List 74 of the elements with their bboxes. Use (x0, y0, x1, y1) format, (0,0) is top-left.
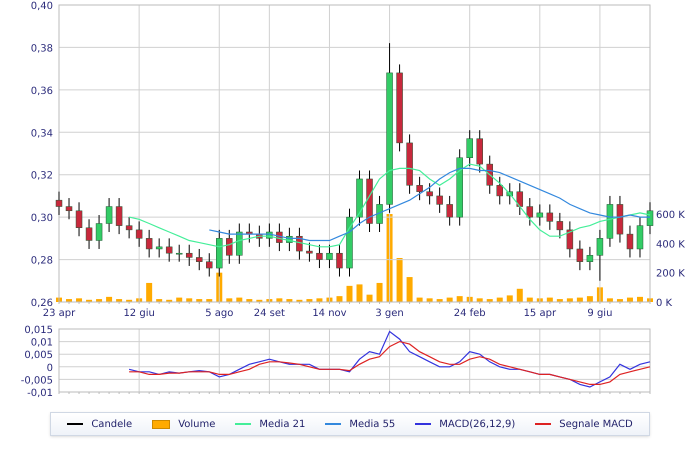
axis-label: 5 ago (205, 308, 234, 319)
axis-label: 600 K (656, 210, 685, 221)
candlestick (636, 216, 644, 258)
axis-label: 14 nov (312, 308, 347, 319)
candlestick (546, 204, 554, 230)
axis-label: 0,28 (30, 256, 53, 267)
axis-label: 200 K (656, 268, 685, 280)
candlestick (566, 220, 574, 258)
axis-label: 0,30 (30, 213, 53, 224)
candlestick (646, 202, 654, 235)
candlestick (236, 223, 243, 264)
axis-label: 0,32 (30, 170, 53, 182)
axis-label: 23 apr (42, 308, 76, 319)
axis-label: 9 giu (587, 308, 612, 319)
candlestick (196, 248, 202, 271)
candlestick (156, 238, 162, 258)
candlestick (186, 244, 192, 266)
axis-label: 0,38 (30, 43, 53, 54)
axis-label: 24 feb (454, 308, 486, 319)
candlestick (626, 225, 634, 258)
axis-label: 0,015 (24, 325, 53, 336)
candlestick (576, 240, 584, 271)
axis-label: 3 gen (375, 308, 404, 319)
candlestick (446, 195, 453, 226)
candlestick (66, 198, 72, 220)
candlestick (556, 212, 564, 239)
legend-label: Candele (91, 418, 132, 432)
candlestick (426, 182, 433, 205)
candlestick (96, 214, 102, 250)
legend-label: Volume (178, 418, 216, 432)
candlestick (586, 246, 594, 271)
axis-label: 0,34 (30, 128, 53, 140)
candlestick (206, 252, 213, 278)
candlestick (536, 204, 544, 226)
axis-label: 0,36 (30, 86, 53, 97)
axis-label: 15 apr (524, 308, 556, 319)
axis-label: 0,26 (30, 298, 53, 309)
candlestick (326, 244, 333, 269)
axis-label: 400 K (656, 239, 685, 250)
axis-label: 0 K (656, 298, 672, 309)
candlestick (516, 182, 524, 216)
candlestick (146, 229, 152, 258)
candlestick (416, 176, 423, 201)
candlestick (176, 244, 182, 262)
candlestick (166, 238, 172, 262)
candlestick (226, 229, 233, 264)
candlestick (596, 229, 604, 282)
candlestick (76, 202, 82, 237)
legend-label: Segnale MACD (559, 418, 633, 432)
candlestick (116, 198, 122, 235)
axis-label: -0,01 (27, 388, 53, 398)
legend-label: Media 21 (259, 418, 306, 432)
axis-label: 0,40 (30, 1, 53, 12)
candlestick (466, 130, 473, 167)
candlestick (496, 176, 503, 205)
candlestick (316, 244, 323, 269)
legend-label: Media 55 (349, 418, 396, 432)
axis-label: 0 (46, 362, 53, 374)
candlestick (526, 198, 534, 226)
candlestick (306, 242, 313, 262)
candlestick (336, 244, 343, 278)
candlestick (86, 218, 92, 250)
axis-label: -0,005 (20, 375, 53, 386)
candlestick (56, 191, 62, 216)
candlestick (376, 195, 383, 232)
legend-label: MACD(26,12,9) (439, 418, 516, 432)
candlestick (136, 220, 142, 248)
candlestick (436, 186, 443, 214)
candlestick (126, 216, 132, 239)
candlestick (106, 198, 112, 232)
axis-label: 0,01 (30, 338, 53, 349)
axis-label: 12 giu (123, 308, 155, 319)
axis-label: 0,005 (24, 350, 53, 362)
axis-label: 24 set (254, 308, 285, 319)
